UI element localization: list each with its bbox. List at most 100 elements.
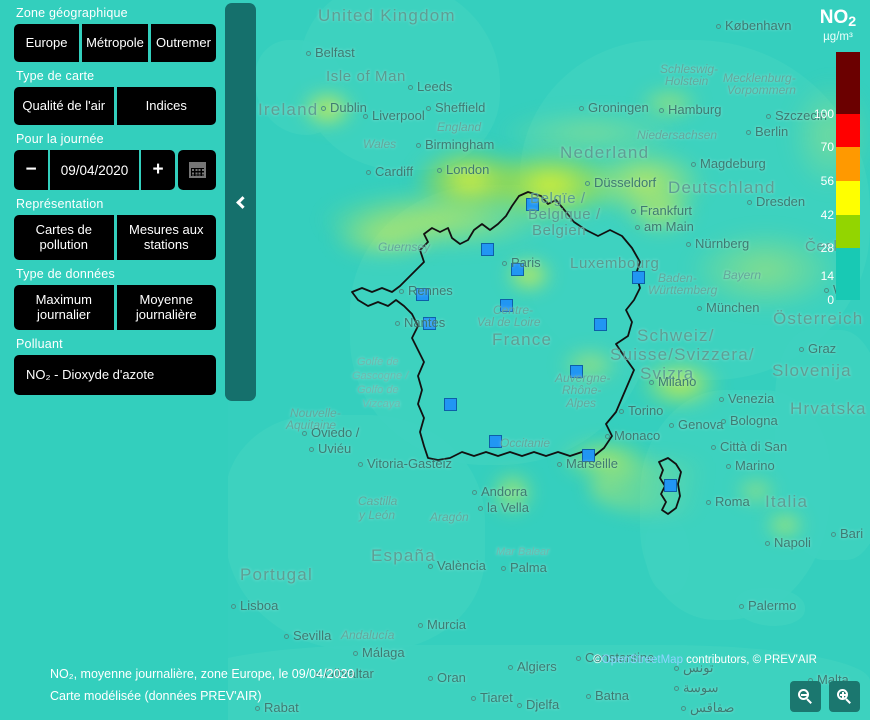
data-type-daily-mean-button[interactable]: Moyenne journalière <box>116 285 216 331</box>
zoom-out-button[interactable] <box>790 681 821 712</box>
station-centre[interactable] <box>500 299 513 312</box>
city-dot <box>471 696 476 701</box>
city-dot <box>478 506 483 511</box>
legend-segment-3 <box>836 181 860 215</box>
zoom-controls <box>790 681 860 712</box>
city-dot <box>669 423 674 428</box>
map-type-air-quality-button[interactable]: Qualité de l'air <box>14 87 114 125</box>
city-dot <box>619 409 624 414</box>
group-pollutant: Polluant NO₂ - Dioxyde d'azote <box>14 337 216 396</box>
station-alsace[interactable] <box>632 271 645 284</box>
group-label-data-type: Type de données <box>16 267 115 282</box>
representation-pollution-maps-button[interactable]: Cartes de pollution <box>14 215 114 261</box>
city-dot <box>579 106 584 111</box>
station-lille[interactable] <box>526 198 539 211</box>
city-dot <box>686 242 691 247</box>
date-row: − 09/04/2020 + <box>14 150 216 190</box>
station-corse[interactable] <box>664 479 677 492</box>
city-dot <box>635 225 640 230</box>
city-dot <box>231 604 236 609</box>
city-dot <box>726 464 731 469</box>
calendar-button[interactable] <box>178 150 216 190</box>
plume-catalonia <box>490 470 535 515</box>
zone-outremer-button[interactable]: Outremer <box>150 24 216 62</box>
city-dot <box>649 380 654 385</box>
city-dot <box>631 209 636 214</box>
city-dot <box>501 566 506 571</box>
station-occitanie[interactable] <box>489 435 502 448</box>
city-dot <box>426 106 431 111</box>
map-label: Andorra <box>481 484 528 499</box>
city-dot <box>428 676 433 681</box>
date-value[interactable]: 09/04/2020 <box>50 150 139 190</box>
city-dot <box>408 85 413 90</box>
city-dot <box>517 703 522 708</box>
city-dot <box>719 397 724 402</box>
city-dot <box>697 306 702 311</box>
group-geographic-zone: Zone géographique Europe Métropole Outre… <box>14 6 216 62</box>
group-map-type: Type de carte Qualité de l'air Indices <box>14 69 216 125</box>
data-type-daily-max-button[interactable]: Maximum journalier <box>14 285 114 331</box>
city-dot <box>721 419 726 424</box>
geographic-zone-buttons: Europe Métropole Outremer <box>14 24 216 62</box>
legend-segment-5 <box>836 248 860 301</box>
landmass-sicily <box>735 588 805 626</box>
zoom-in-icon <box>837 689 852 704</box>
attribution-rest: contributors, © PREV'AIR <box>682 654 817 666</box>
city-dot <box>428 564 433 569</box>
city-dot <box>418 623 423 628</box>
city-dot <box>765 541 770 546</box>
station-nantes[interactable] <box>423 317 436 330</box>
station-normandie[interactable] <box>481 243 494 256</box>
station-rennes[interactable] <box>416 288 429 301</box>
city-dot <box>605 434 610 439</box>
city-dot <box>284 634 289 639</box>
data-type-buttons: Maximum journalier Moyenne journalière <box>14 285 216 331</box>
city-dot <box>358 462 363 467</box>
legend-bar-wrap: 100 70 56 42 28 14 0 <box>810 52 866 307</box>
station-bourgogne[interactable] <box>594 318 607 331</box>
date-next-button[interactable]: + <box>141 150 175 190</box>
legend-title-sub: 2 <box>848 14 857 31</box>
city-dot <box>691 162 696 167</box>
station-auvergne[interactable] <box>570 365 583 378</box>
map-label: Mar Balear <box>496 546 550 558</box>
city-dot <box>399 289 404 294</box>
city-dot <box>353 651 358 656</box>
city-dot <box>363 114 368 119</box>
group-day-selector: Pour la journée − 09/04/2020 + <box>14 132 216 190</box>
city-dot <box>766 114 771 119</box>
city-dot <box>508 665 513 670</box>
group-label-geographic-zone: Zone géographique <box>16 6 128 20</box>
map-type-indices-button[interactable]: Indices <box>116 87 216 125</box>
zone-metropole-button[interactable]: Métropole <box>82 24 148 62</box>
map-type-buttons: Qualité de l'air Indices <box>14 87 216 125</box>
representation-buttons: Cartes de pollution Mesures aux stations <box>14 215 216 261</box>
pollutant-select[interactable]: NO₂ - Dioxyde d'azote <box>14 355 216 396</box>
legend-color-bar <box>836 52 860 301</box>
city-dot <box>711 445 716 450</box>
map-label: Torino <box>628 403 664 418</box>
legend-segment-1 <box>836 114 860 147</box>
openstreetmap-link[interactable]: OpenStreetMap <box>602 654 683 666</box>
city-dot <box>747 200 752 205</box>
city-dot <box>321 106 326 111</box>
representation-station-measures-button[interactable]: Mesures aux stations <box>116 215 216 261</box>
date-previous-button[interactable]: − <box>14 150 48 190</box>
legend-tick-0: 0 <box>827 293 834 308</box>
legend-tick-70: 70 <box>820 139 834 154</box>
city-dot <box>674 666 679 671</box>
zone-europe-button[interactable]: Europe <box>14 24 80 62</box>
station-marseille[interactable] <box>582 449 595 462</box>
legend-title-main: NO <box>819 7 849 28</box>
city-dot <box>739 604 744 609</box>
city-dot <box>585 181 590 186</box>
group-label-day: Pour la journée <box>16 132 104 146</box>
legend-tick-28: 28 <box>820 241 834 256</box>
station-paris[interactable] <box>511 263 524 276</box>
zoom-in-button[interactable] <box>829 681 860 712</box>
sidebar-collapse-handle[interactable] <box>225 3 256 401</box>
attribution-copyright: © <box>593 654 602 666</box>
map-label: la Vella <box>487 500 529 515</box>
station-aquitaine[interactable] <box>444 398 457 411</box>
